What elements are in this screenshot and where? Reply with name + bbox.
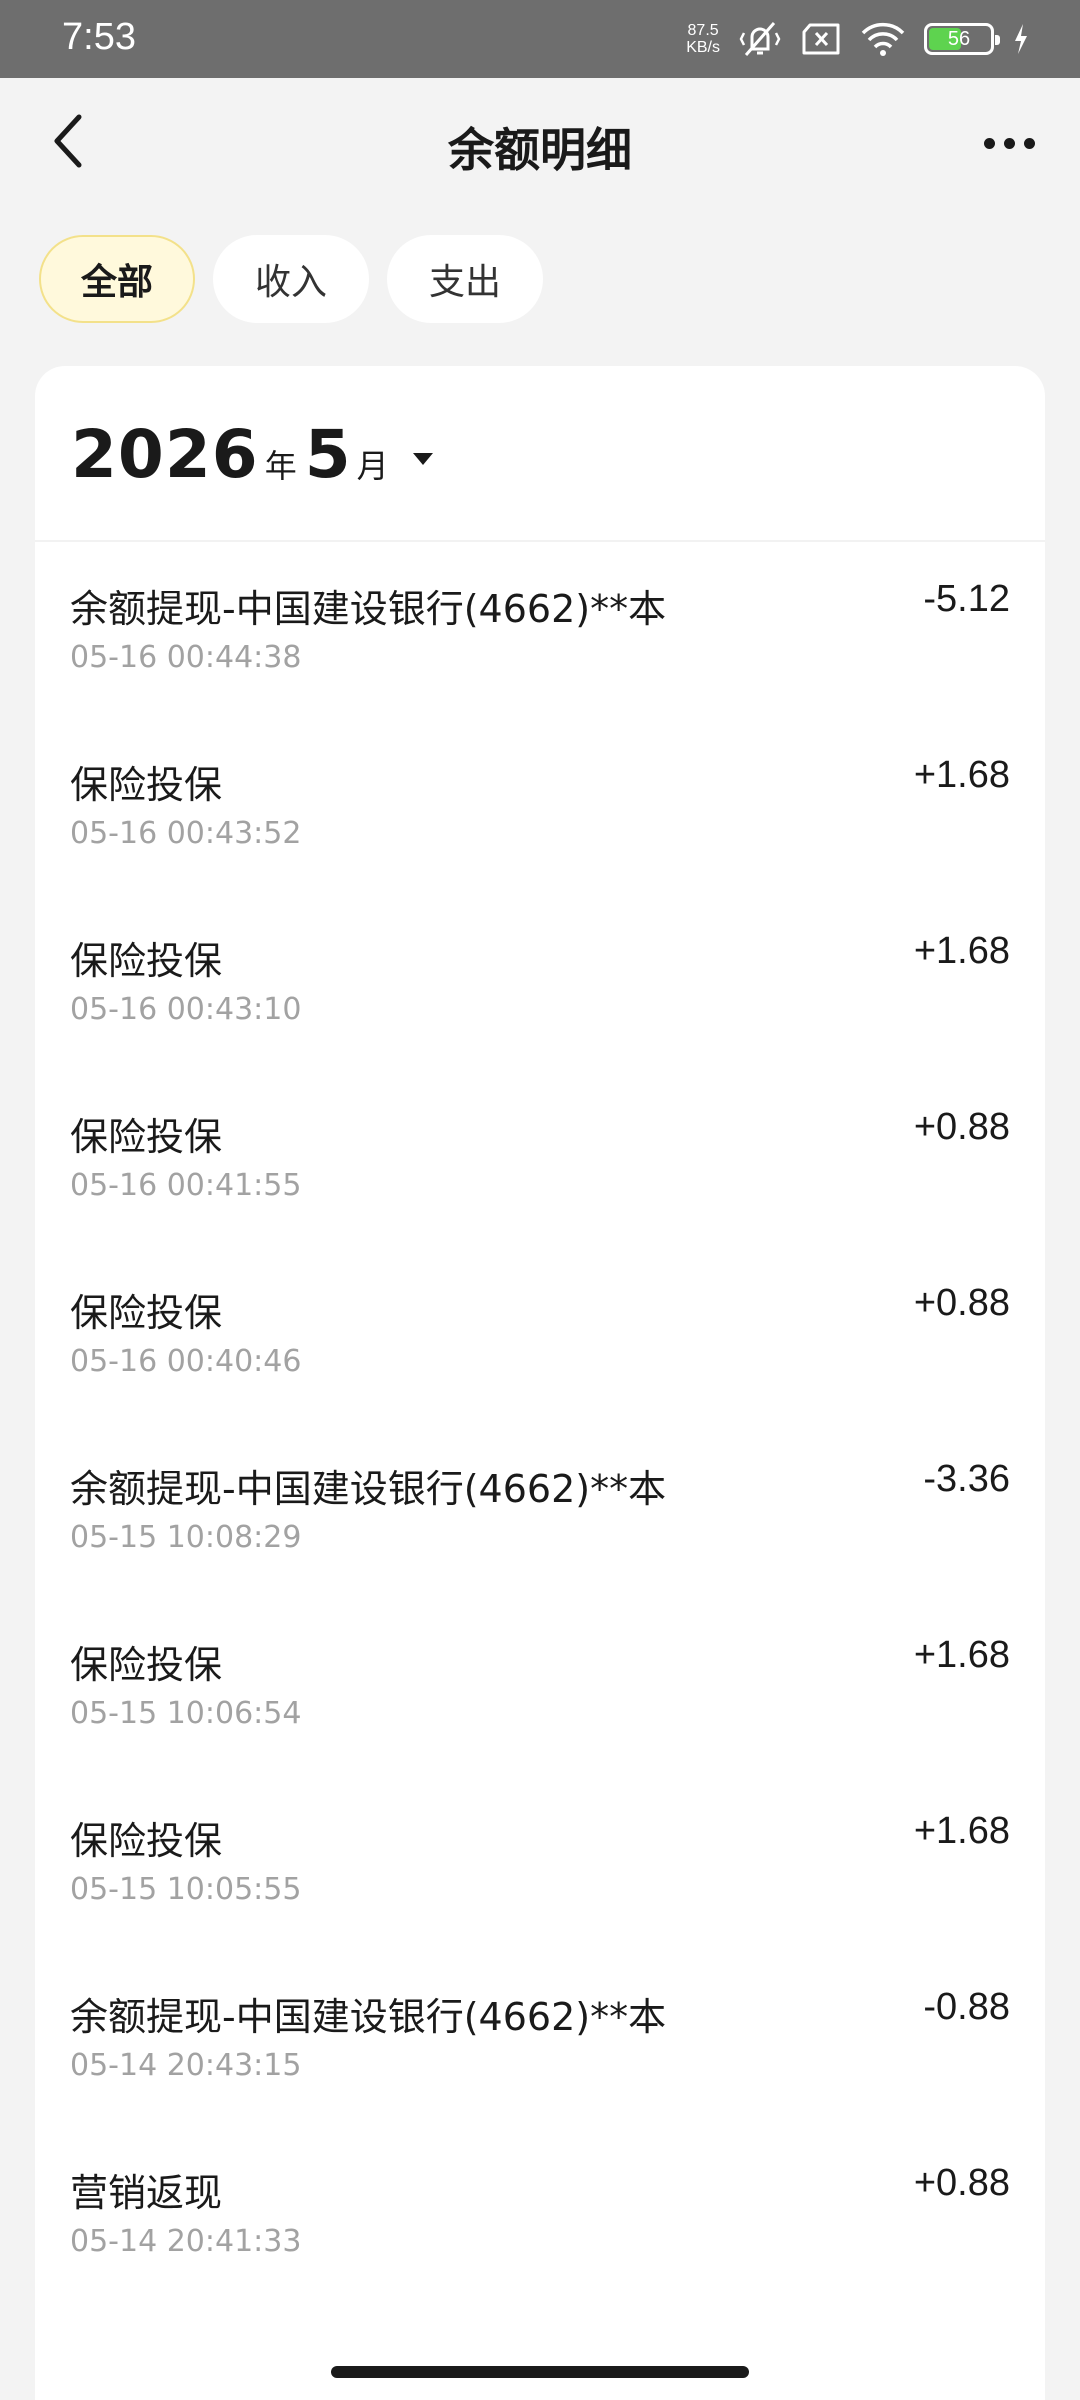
transaction-title: 保险投保 (70, 939, 223, 983)
transaction-title: 保险投保 (70, 1115, 223, 1159)
transaction-item[interactable]: 保险投保 05-15 10:06:54 +1.68 (35, 1598, 1045, 1774)
status-bar: 7:53 87.5 KB/s 56 (0, 0, 1080, 78)
transaction-time: 05-15 10:08:29 (70, 1520, 302, 1555)
month-unit: 月 (356, 447, 389, 485)
more-dots-icon (983, 137, 995, 149)
month-value: 5 (304, 416, 351, 493)
transaction-item[interactable]: 保险投保 05-16 00:41:55 +0.88 (35, 1070, 1045, 1246)
sim-error-icon (800, 22, 842, 56)
transaction-title: 余额提现-中国建设银行(4662)**本 (70, 1467, 667, 1511)
vibrate-off-icon (738, 19, 782, 59)
battery-icon: 56 (924, 23, 1000, 55)
network-speed: 87.5 KB/s (686, 22, 720, 56)
transaction-time: 05-15 10:06:54 (70, 1696, 302, 1731)
transactions-card: 2026 年 5 月 余额提现-中国建设银行(4662)**本 05-16 00… (35, 366, 1045, 2400)
battery-tip (995, 35, 1000, 45)
year-unit: 年 (264, 447, 297, 485)
home-indicator[interactable] (331, 2366, 749, 2378)
transaction-amount: +0.88 (913, 2162, 1010, 2204)
more-button[interactable] (974, 118, 1044, 168)
transaction-amount: +0.88 (913, 1106, 1010, 1148)
transaction-title: 保险投保 (70, 763, 223, 807)
transaction-item[interactable]: 保险投保 05-15 10:05:55 +1.68 (35, 1774, 1045, 1950)
charging-icon (1012, 22, 1030, 56)
transaction-item[interactable]: 余额提现-中国建设银行(4662)**本 05-15 10:08:29 -3.3… (35, 1422, 1045, 1598)
network-speed-value: 87.5 (687, 22, 719, 39)
transaction-title: 保险投保 (70, 1819, 223, 1863)
year-value: 2026 (71, 416, 259, 493)
status-time: 7:53 (62, 16, 136, 58)
dropdown-caret-icon (412, 452, 433, 465)
transaction-title: 保险投保 (70, 1291, 223, 1335)
transaction-amount: +1.68 (913, 1810, 1010, 1852)
transaction-time: 05-15 10:05:55 (70, 1872, 302, 1907)
transaction-time: 05-16 00:43:10 (70, 992, 302, 1027)
transaction-list: 余额提现-中国建设银行(4662)**本 05-16 00:44:38 -5.1… (35, 542, 1045, 2302)
transaction-time: 05-16 00:43:52 (70, 816, 302, 851)
transaction-item[interactable]: 保险投保 05-16 00:43:10 +1.68 (35, 894, 1045, 1070)
month-selector[interactable]: 2026 年 5 月 (71, 416, 433, 493)
tab-all[interactable]: 全部 (39, 235, 195, 323)
filter-tabs: 全部 收入 支出 (39, 235, 543, 323)
more-dot (1023, 137, 1035, 149)
transaction-title: 营销返现 (70, 2171, 223, 2215)
transaction-time: 05-16 00:40:46 (70, 1344, 302, 1379)
transaction-amount: -0.88 (923, 1986, 1010, 2028)
transaction-amount: -5.12 (923, 578, 1010, 620)
battery-level: 56 (947, 27, 971, 50)
transaction-item[interactable]: 保险投保 05-16 00:40:46 +0.88 (35, 1246, 1045, 1422)
network-speed-unit: KB/s (686, 39, 720, 56)
tab-income[interactable]: 收入 (213, 235, 369, 323)
transaction-title: 余额提现-中国建设银行(4662)**本 (70, 1995, 667, 2039)
transaction-time: 05-16 00:44:38 (70, 640, 302, 675)
transaction-amount: +1.68 (913, 930, 1010, 972)
transaction-title: 余额提现-中国建设银行(4662)**本 (70, 587, 667, 631)
wifi-icon (860, 21, 906, 57)
transaction-amount: +1.68 (913, 1634, 1010, 1676)
more-dot (1003, 137, 1015, 149)
transaction-item[interactable]: 余额提现-中国建设银行(4662)**本 05-14 20:43:15 -0.8… (35, 1950, 1045, 2126)
page-title: 余额明细 (448, 123, 632, 177)
transaction-title: 保险投保 (70, 1643, 223, 1687)
transaction-time: 05-16 00:41:55 (70, 1168, 302, 1203)
transaction-amount: +1.68 (913, 754, 1010, 796)
status-icons: 87.5 KB/s 56 (686, 14, 1030, 64)
transaction-time: 05-14 20:41:33 (70, 2224, 302, 2259)
transaction-amount: +0.88 (913, 1282, 1010, 1324)
tab-expense[interactable]: 支出 (387, 235, 543, 323)
top-app-bar: 余额明细 (0, 78, 1080, 212)
transaction-item[interactable]: 营销返现 05-14 20:41:33 +0.88 (35, 2126, 1045, 2302)
transaction-time: 05-14 20:43:15 (70, 2048, 302, 2083)
transaction-item[interactable]: 保险投保 05-16 00:43:52 +1.68 (35, 718, 1045, 894)
transaction-item[interactable]: 余额提现-中国建设银行(4662)**本 05-16 00:44:38 -5.1… (35, 542, 1045, 718)
transaction-amount: -3.36 (923, 1458, 1010, 1500)
